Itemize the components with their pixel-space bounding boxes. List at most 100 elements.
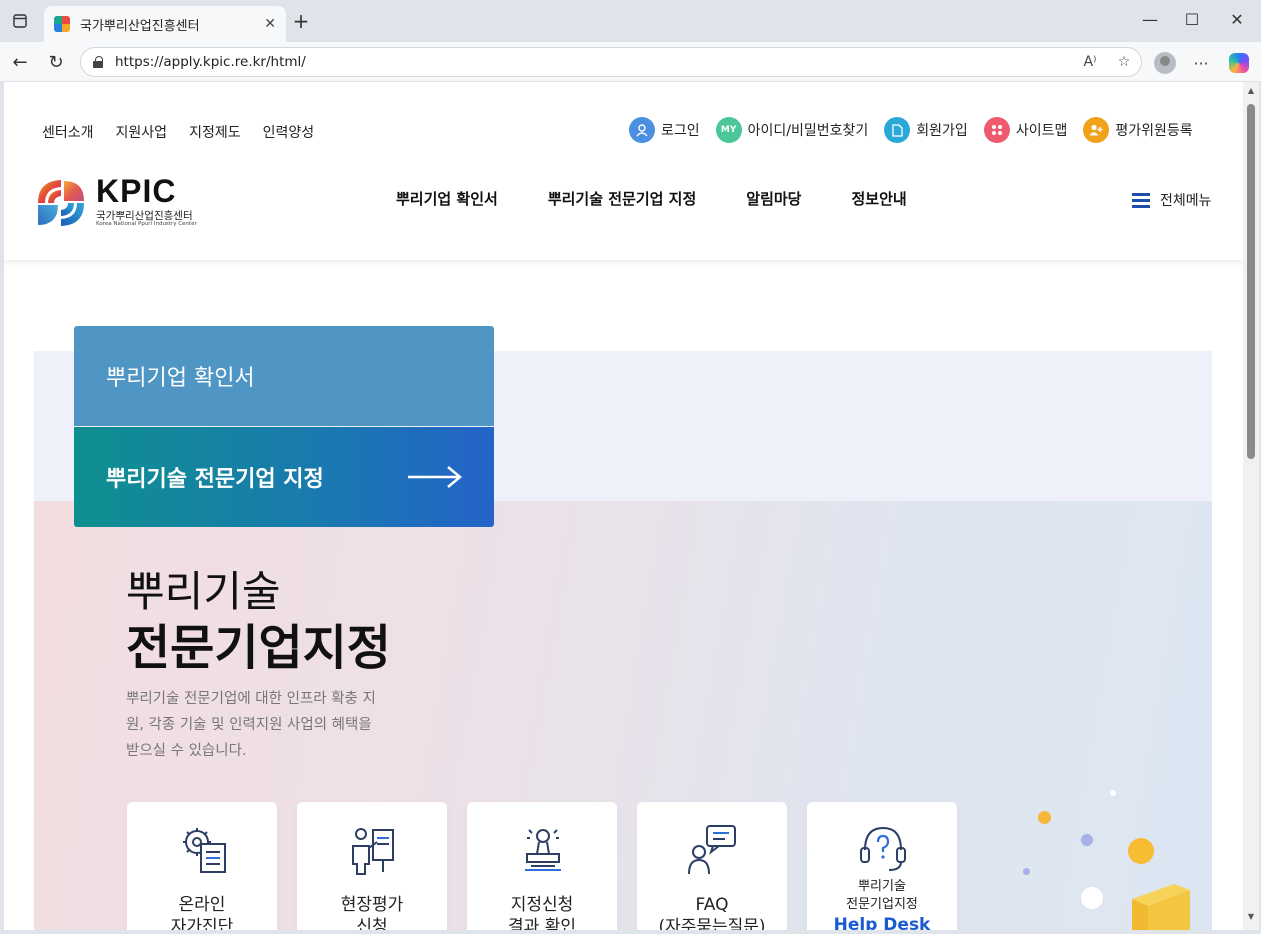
tab-ppuri-designation-label: 뿌리기술 전문기업 지정 xyxy=(106,467,324,492)
logo-english-name: Korea National Ppuri Industry Center xyxy=(96,221,197,227)
gnb-item-notice[interactable]: 알림마당 xyxy=(746,188,801,209)
close-icon[interactable]: ✕ xyxy=(264,16,276,32)
more-icon[interactable]: ··· xyxy=(1189,51,1213,75)
helpdesk-label: Help Desk xyxy=(833,915,931,930)
presenter-icon xyxy=(352,828,394,875)
sidebar-icon[interactable] xyxy=(9,10,31,32)
minimize-icon[interactable]: — xyxy=(1135,10,1165,29)
card-application-result[interactable]: 지정신청 결과 확인 xyxy=(467,802,617,930)
plus-icon[interactable]: + xyxy=(290,9,312,33)
scrollbar-thumb[interactable] xyxy=(1247,104,1255,459)
card-line1: 지정신청 xyxy=(510,895,574,915)
login-link[interactable]: 로그인 xyxy=(629,117,700,143)
util-link-support[interactable]: 지원사업 xyxy=(116,122,168,142)
page-viewport: 센터소개 지원사업 지정제도 인력양성 로그인 MY 아이디/비밀번호찾기 회원… xyxy=(4,82,1243,930)
gnb-item-designation[interactable]: 뿌리기술 전문기업 지정 xyxy=(548,188,696,209)
signup-label: 회원가입 xyxy=(916,123,968,139)
gear-checklist-icon xyxy=(183,828,226,873)
arrow-right-icon xyxy=(408,466,462,488)
scroll-up-icon[interactable]: ▲ xyxy=(1247,86,1255,95)
card-label: 현장평가 신청 xyxy=(297,894,447,930)
user-add-icon xyxy=(1083,117,1110,143)
all-menu-button[interactable]: 전체메뉴 xyxy=(1132,190,1212,210)
hero-title-line2: 전문기업지정 xyxy=(126,620,391,676)
hamburger-icon xyxy=(1132,193,1150,208)
gnb-item-confirm[interactable]: 뿌리기업 확인서 xyxy=(396,188,498,209)
card-line1: 온라인 xyxy=(178,895,226,915)
hero-description: 뿌리기술 전문기업에 대한 인프라 확충 지원, 각종 기술 및 인력지원 사업… xyxy=(126,691,376,759)
decor-dot xyxy=(1038,811,1051,824)
card-label: 지정신청 결과 확인 xyxy=(467,894,617,930)
logo-wordmark: KPIC xyxy=(96,173,177,209)
card-self-diagnosis[interactable]: 온라인 자가진단 xyxy=(127,802,277,930)
site-header: 센터소개 지원사업 지정제도 인력양성 로그인 MY 아이디/비밀번호찾기 회원… xyxy=(4,82,1243,260)
tab-title: 국가뿌리산업진흥센터 xyxy=(80,18,200,34)
find-id-link[interactable]: MY 아이디/비밀번호찾기 xyxy=(715,117,869,143)
signup-link[interactable]: 회원가입 xyxy=(884,117,968,143)
grid-icon xyxy=(983,117,1010,143)
util-nav-left: 센터소개 지원사업 지정제도 인력양성 xyxy=(42,122,314,142)
card-line2: (자주묻는질문) xyxy=(658,917,766,930)
card-label: 뿌리기술 전문기업지정 Help Desk xyxy=(807,878,957,930)
user-icon xyxy=(629,117,655,143)
chat-people-icon xyxy=(688,825,736,875)
url-text[interactable]: https://apply.kpic.re.kr/html/ xyxy=(115,54,1073,70)
decor-dot xyxy=(1110,790,1116,796)
card-label: 온라인 자가진단 xyxy=(127,894,277,930)
back-icon[interactable]: ← xyxy=(8,50,32,74)
copilot-icon[interactable] xyxy=(1227,51,1251,75)
card-line1: 뿌리기술 xyxy=(858,879,906,894)
tab-ppuri-confirm[interactable]: 뿌리기업 확인서 xyxy=(74,326,494,426)
card-faq[interactable]: FAQ (자주묻는질문) xyxy=(637,802,787,930)
card-helpdesk[interactable]: 뿌리기술 전문기업지정 Help Desk xyxy=(807,802,957,930)
favicon-icon xyxy=(54,16,70,32)
browser-tab[interactable]: 국가뿌리산업진흥센터 ✕ xyxy=(44,6,286,42)
decor-dot xyxy=(1128,838,1154,864)
scroll-down-icon[interactable]: ▼ xyxy=(1247,912,1255,921)
sitemap-link[interactable]: 사이트맵 xyxy=(983,117,1068,143)
card-line2: 전문기업지정 xyxy=(846,897,918,912)
util-link-training[interactable]: 인력양성 xyxy=(263,122,315,142)
card-label: FAQ (자주묻는질문) xyxy=(637,894,787,930)
gnb-item-info[interactable]: 정보안내 xyxy=(851,188,906,209)
util-nav-right: 로그인 MY 아이디/비밀번호찾기 회원가입 사이트맵 평가위원등록 xyxy=(629,117,1209,143)
decor-block-icon xyxy=(1132,884,1190,930)
find-id-label: 아이디/비밀번호찾기 xyxy=(747,123,869,139)
logo-mark-icon xyxy=(38,180,84,226)
browser-tab-bar: 국가뿌리산업진흥센터 ✕ + — ☐ ✕ xyxy=(0,0,1261,42)
address-toolbar: ← ↻ https://apply.kpic.re.kr/html/ A⁾ ☆ … xyxy=(0,42,1261,82)
decor-dot xyxy=(1023,868,1030,875)
main-nav: 뿌리기업 확인서 뿌리기술 전문기업 지정 알림마당 정보안내 xyxy=(396,188,957,209)
card-field-evaluation[interactable]: 현장평가 신청 xyxy=(297,802,447,930)
page-scrollbar[interactable]: ▲ ▼ xyxy=(1243,82,1259,930)
all-menu-label: 전체메뉴 xyxy=(1160,193,1212,209)
headset-icon xyxy=(860,826,906,871)
site-logo[interactable]: KPIC 국가뿌리산업진흥센터 Korea National Ppuri Ind… xyxy=(34,175,204,231)
lock-icon[interactable] xyxy=(93,56,105,68)
refresh-icon[interactable]: ↻ xyxy=(44,50,68,74)
my-icon: MY xyxy=(715,117,742,143)
read-aloud-icon[interactable]: A⁾ xyxy=(1073,54,1107,70)
decor-dot xyxy=(1081,834,1093,846)
evaluator-register-link[interactable]: 평가위원등록 xyxy=(1083,117,1193,143)
evaluator-register-label: 평가위원등록 xyxy=(1115,123,1193,139)
util-link-center-intro[interactable]: 센터소개 xyxy=(42,122,94,142)
tab-ppuri-confirm-label: 뿌리기업 확인서 xyxy=(106,366,255,391)
maximize-icon[interactable]: ☐ xyxy=(1177,10,1207,29)
url-field[interactable]: https://apply.kpic.re.kr/html/ A⁾ ☆ xyxy=(80,47,1142,77)
document-icon xyxy=(884,117,911,143)
card-line2: 자가진단 xyxy=(170,917,234,930)
sitemap-label: 사이트맵 xyxy=(1015,123,1068,139)
star-icon[interactable]: ☆ xyxy=(1107,54,1141,70)
card-line2: 신청 xyxy=(356,917,388,930)
util-link-designation[interactable]: 지정제도 xyxy=(189,122,241,142)
profile-icon[interactable] xyxy=(1153,51,1177,75)
quick-link-cards: 온라인 자가진단 현장평가 신청 지정신청 결과 확인 FAQ (자주묻는질문)… xyxy=(127,802,977,930)
card-line1: FAQ xyxy=(695,895,729,915)
stamp-icon xyxy=(525,829,561,871)
tab-ppuri-designation[interactable]: 뿌리기술 전문기업 지정 xyxy=(74,427,494,527)
login-label: 로그인 xyxy=(661,123,700,139)
card-line2: 결과 확인 xyxy=(508,917,576,930)
window-close-icon[interactable]: ✕ xyxy=(1222,10,1252,29)
decor-dot xyxy=(1081,887,1103,909)
